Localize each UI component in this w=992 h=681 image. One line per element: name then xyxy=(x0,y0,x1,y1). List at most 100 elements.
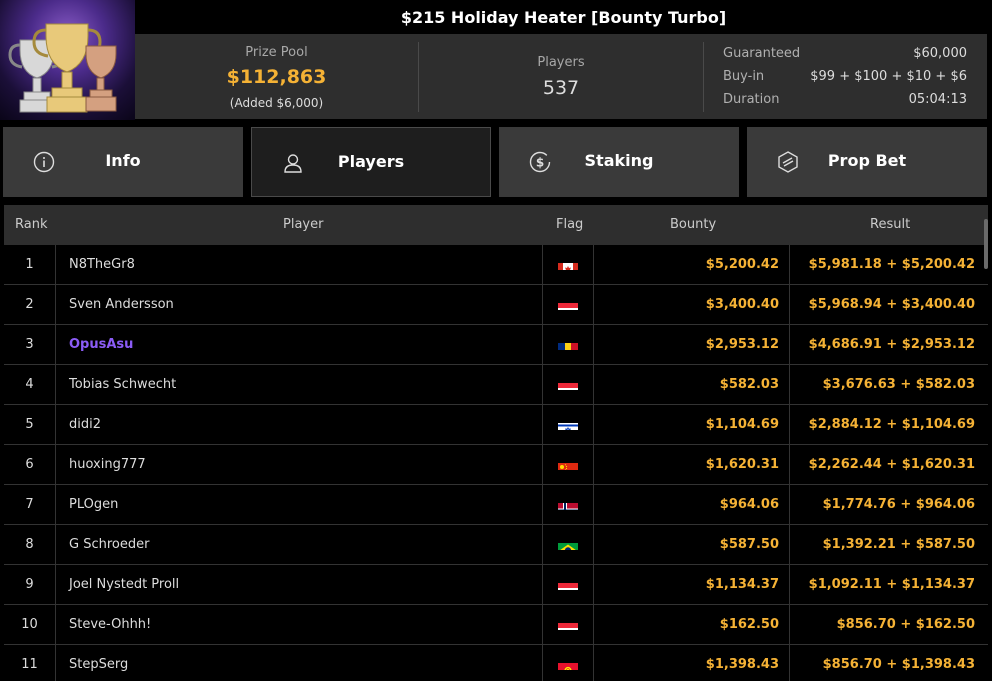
prize-pool-section: Prize Pool $112,863 (Added $6,000) xyxy=(135,34,418,119)
buyin-row: Buy-in $99 + $100 + $10 + $6 xyxy=(723,69,967,89)
result-cell: $3,676.63 + $582.03 xyxy=(822,377,975,392)
player-name-cell[interactable]: Joel Nystedt Proll xyxy=(56,565,543,605)
player-name-cell[interactable]: Tobias Schwecht xyxy=(56,365,543,405)
scrollbar[interactable] xyxy=(984,219,988,269)
result-cell: $1,774.76 + $964.06 xyxy=(822,497,975,512)
prize-added-text: (Added $6,000) xyxy=(229,96,324,110)
table-row[interactable]: 10 Steve-Ohhh! $162.50 $856.70 + $162.50 xyxy=(4,605,988,645)
details-section: Guaranteed $60,000 Buy-in $99 + $100 + $… xyxy=(704,34,987,119)
rank-cell: 3 xyxy=(4,325,56,365)
player-name-cell[interactable]: Sven Andersson xyxy=(56,285,543,325)
rank-cell: 1 xyxy=(4,245,56,285)
players-count-section: Players 537 xyxy=(419,34,703,119)
flag-cell xyxy=(543,645,594,681)
table-row[interactable]: 8G Schroeder $587.50 $1,392.21 + $587.50 xyxy=(4,525,988,565)
result-cell: $856.70 + $162.50 xyxy=(836,617,975,632)
guaranteed-label: Guaranteed xyxy=(723,46,801,61)
bounty-cell: $2,953.12 xyxy=(594,325,790,365)
rank-cell: 6 xyxy=(4,445,56,485)
duration-label: Duration xyxy=(723,92,780,107)
player-name-cell[interactable]: huoxing777 xyxy=(56,445,543,485)
player-name-cell[interactable]: Steve-Ohhh! xyxy=(56,605,543,645)
players-value: 537 xyxy=(542,77,580,99)
canada-flag-icon xyxy=(558,255,578,270)
rank-cell: 8 xyxy=(4,525,56,565)
player-name-cell[interactable]: PLOgen xyxy=(56,485,543,525)
rank-cell: 11 xyxy=(4,645,56,681)
result-cell: $1,092.11 + $1,134.37 xyxy=(808,577,975,592)
header-player[interactable]: Player xyxy=(283,217,323,232)
tab-prop-bet-label: Prop Bet xyxy=(827,151,907,170)
bounty-cell: $587.50 xyxy=(594,525,790,565)
flag-cell xyxy=(543,405,594,445)
trophy-image xyxy=(0,0,135,120)
tab-info-label: Info xyxy=(105,151,141,170)
bounty-cell: $1,620.31 xyxy=(594,445,790,485)
player-name-cell[interactable]: N8TheGr8 xyxy=(56,245,543,285)
flag-cell xyxy=(543,325,594,365)
rank-cell: 4 xyxy=(4,365,56,405)
austria-flag-icon xyxy=(558,575,578,590)
bounty-cell: $1,398.43 xyxy=(594,645,790,681)
rank-cell: 9 xyxy=(4,565,56,605)
tab-staking-label: Staking xyxy=(584,151,654,170)
duration-row: Duration 05:04:13 xyxy=(723,92,967,112)
tab-info[interactable]: Info xyxy=(3,127,243,197)
header-rank[interactable]: Rank xyxy=(15,217,47,232)
prize-pool-label: Prize Pool xyxy=(245,45,308,60)
bounty-cell: $582.03 xyxy=(594,365,790,405)
bounty-cell: $964.06 xyxy=(594,485,790,525)
bounty-cell: $1,104.69 xyxy=(594,405,790,445)
flag-cell xyxy=(543,445,594,485)
table-row[interactable]: 1 N8TheGr8 $5,200.42 $5,981.18 + $5,200.42 xyxy=(4,245,988,285)
tab-staking[interactable]: $ Staking xyxy=(499,127,739,197)
player-name-cell[interactable]: didi2 xyxy=(56,405,543,445)
result-cell: $5,981.18 + $5,200.42 xyxy=(808,257,975,272)
kyrgyzstan-flag-icon xyxy=(558,655,578,670)
result-cell: $2,884.12 + $1,104.69 xyxy=(808,417,975,432)
flag-cell xyxy=(543,605,594,645)
result-cell: $2,262.44 + $1,620.31 xyxy=(808,457,975,472)
guaranteed-value: $60,000 xyxy=(913,46,967,61)
bounty-cell: $1,134.37 xyxy=(594,565,790,605)
prize-pool-value: $112,863 xyxy=(226,66,327,88)
table-row[interactable]: 5 didi2 $1,104.69 $2,884.12 + $1,104.69 xyxy=(4,405,988,445)
table-row[interactable]: 6 huoxing777 $1,620.31 $2,262.44 + $1,620.3… xyxy=(4,445,988,485)
flag-cell xyxy=(543,525,594,565)
table-row[interactable]: 7 PLOgen $964.06 $1,774.76 + $964.06 xyxy=(4,485,988,525)
result-cell: $5,968.94 + $3,400.40 xyxy=(808,297,975,312)
rank-cell: 2 xyxy=(4,285,56,325)
israel-flag-icon xyxy=(558,415,578,430)
players-label: Players xyxy=(537,55,585,70)
player-name-cell[interactable]: G Schroeder xyxy=(56,525,543,565)
header-flag[interactable]: Flag xyxy=(556,217,583,232)
player-name-cell[interactable]: OpusAsu xyxy=(56,325,543,365)
flag-cell xyxy=(543,245,594,285)
flag-cell xyxy=(543,285,594,325)
table-row[interactable]: 4 Tobias Schwecht $582.03 $3,676.63 + $582.… xyxy=(4,365,988,405)
table-row[interactable]: 2 Sven Andersson $3,400.40 $5,968.94 + $3,4… xyxy=(4,285,988,325)
players-table: Rank Player Flag Bounty Result 1 N8TheGr8… xyxy=(4,205,988,681)
tournament-title: $215 Holiday Heater [Bounty Turbo] xyxy=(400,7,727,27)
table-row[interactable]: 3 OpusAsu $2,953.12 $4,686.91 + $2,953.12 xyxy=(4,325,988,365)
tournament-info-bar: Prize Pool $112,863 (Added $6,000) Playe… xyxy=(135,34,987,119)
tournament-header: $215 Holiday Heater [Bounty Turbo] Prize… xyxy=(0,0,992,120)
tab-prop-bet[interactable]: Prop Bet xyxy=(747,127,987,197)
tab-players[interactable]: Players xyxy=(251,127,491,197)
table-header: Rank Player Flag Bounty Result xyxy=(4,205,988,245)
result-cell: $4,686.91 + $2,953.12 xyxy=(808,337,975,352)
brazil-flag-icon xyxy=(558,535,578,550)
rank-cell: 5 xyxy=(4,405,56,445)
rank-cell: 10 xyxy=(4,605,56,645)
header-result[interactable]: Result xyxy=(870,217,910,232)
table-row[interactable]: 9 Joel Nystedt Proll $1,134.37 $1,092.11 + … xyxy=(4,565,988,605)
romania-flag-icon xyxy=(558,335,578,350)
player-name-cell[interactable]: StepSerg xyxy=(56,645,543,681)
rank-cell: 7 xyxy=(4,485,56,525)
bounty-cell: $3,400.40 xyxy=(594,285,790,325)
result-cell: $1,392.21 + $587.50 xyxy=(822,537,975,552)
buyin-value: $99 + $100 + $10 + $6 xyxy=(810,69,967,84)
header-bounty[interactable]: Bounty xyxy=(670,217,716,232)
austria-flag-icon xyxy=(558,295,578,310)
table-row[interactable]: 11 StepSerg $1,398.43 $856.70 + $1,398.43 xyxy=(4,645,988,681)
